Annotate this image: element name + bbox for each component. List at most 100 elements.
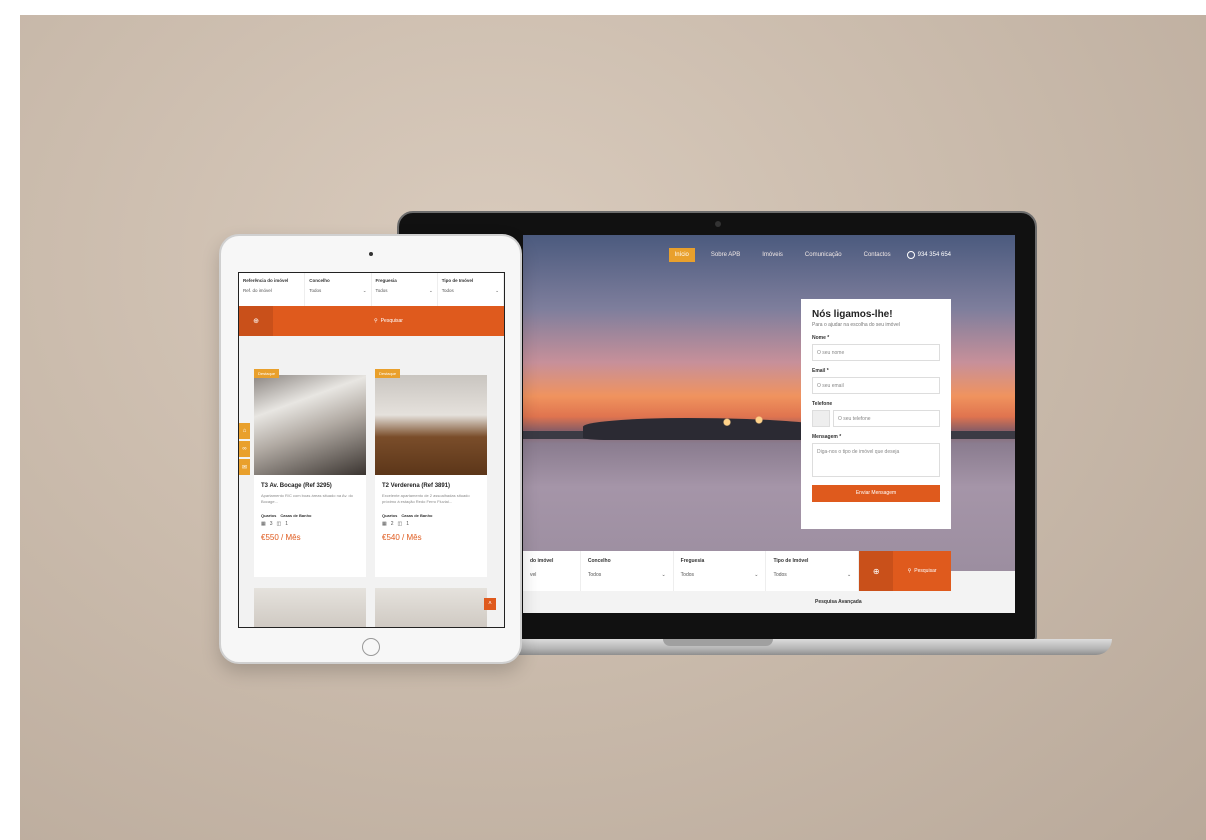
callback-subtitle: Para o ajudar na escolha do seu imóvel — [812, 322, 900, 328]
email-label: Email * — [812, 368, 829, 374]
name-field[interactable]: O seu nome — [812, 344, 940, 361]
tablet-screen: Referência do imóvel Ref. do imóvel Conc… — [238, 272, 505, 628]
scroll-to-top-button[interactable]: ˄ — [484, 598, 496, 610]
bath-icon: ◫ — [276, 521, 282, 527]
ref-label: do imóvel — [530, 558, 554, 564]
property-photo: Destaque — [254, 369, 366, 475]
bedrooms-count: 3 — [269, 521, 273, 527]
phone-number: 934 354 654 — [917, 252, 951, 258]
chevron-down-icon: ⌄ — [495, 288, 499, 293]
search-bar: do imóvel vel Concelho Todos ⌄ Freguesia … — [523, 551, 951, 591]
concelho-select[interactable]: Concelho Todos ⌄ — [581, 551, 674, 591]
bed-icon: ▦ — [382, 521, 387, 527]
mockup-background: Início Sobre APB Imóveis Comunicação Con… — [20, 15, 1206, 840]
nav-item-contactos[interactable]: Contactos — [858, 248, 897, 262]
bath-icon: ◫ — [397, 521, 403, 527]
send-message-button[interactable]: Enviar Mensagem — [812, 485, 940, 502]
email-field[interactable]: O seu email — [812, 377, 940, 394]
chevron-down-icon: ⌄ — [362, 288, 367, 293]
tablet-ref-label: Referência do imóvel — [243, 278, 289, 283]
hero-lights — [703, 409, 783, 431]
property-photo: Destaque — [375, 369, 487, 475]
featured-badge: Destaque — [254, 369, 280, 378]
tablet-concelho-label: Concelho — [309, 278, 330, 283]
advanced-search-link[interactable]: Pesquisa Avançada — [815, 599, 862, 605]
tipo-label: Tipo de Imóvel — [773, 558, 809, 564]
search-icon: ⚲ — [374, 318, 378, 324]
tablet-frame: Referência do imóvel Ref. do imóvel Conc… — [219, 234, 522, 664]
tablet-tipo-value: Todos — [441, 288, 454, 293]
property-counts: ▦ 2 ◫ 1 — [375, 518, 487, 527]
nav-item-inicio[interactable]: Início — [668, 248, 695, 262]
bathrooms-label: Casas de Banho — [280, 513, 312, 518]
property-description: Apartamento R/C com boas áreas situado n… — [261, 493, 353, 504]
tablet-freguesia-value: Todos — [375, 288, 388, 293]
link-icon[interactable]: ∞ — [239, 441, 250, 457]
nav-item-sobre[interactable]: Sobre APB — [705, 248, 746, 262]
phone-row: O seu telefone — [812, 410, 940, 427]
bathrooms-label: Casas de Banho — [401, 513, 433, 518]
property-price: €550 / Mês — [261, 533, 301, 542]
home-icon[interactable]: ⌂ — [239, 423, 250, 439]
search-button[interactable]: ⚲ Pesquisar — [893, 551, 951, 591]
country-flag-select[interactable] — [812, 410, 830, 427]
main-nav: Início Sobre APB Imóveis Comunicação Con… — [668, 244, 1015, 266]
tablet-tipo-label: Tipo de Imóvel — [441, 278, 474, 283]
property-title[interactable]: T3 Av. Bocage (Ref 3295) — [254, 475, 366, 489]
bedrooms-count: 2 — [390, 521, 394, 527]
ref-field[interactable]: do imóvel vel — [523, 551, 581, 591]
tablet-freguesia-select[interactable]: Freguesia Todos ⌄ — [372, 273, 438, 306]
property-card[interactable] — [254, 588, 366, 627]
tablet-search-button-label: Pesquisar — [380, 318, 403, 324]
tablet-search-actions: ⊕ ⚲ Pesquisar — [239, 306, 504, 336]
property-card[interactable]: Destaque T3 Av. Bocage (Ref 3295) Aparta… — [254, 369, 366, 577]
bathrooms-count: 1 — [406, 521, 410, 527]
tablet-search-fields: Referência do imóvel Ref. do imóvel Conc… — [239, 273, 504, 306]
laptop-screen: Início Sobre APB Imóveis Comunicação Con… — [523, 235, 1015, 613]
property-list: Destaque T3 Av. Bocage (Ref 3295) Aparta… — [254, 369, 487, 577]
nav-item-imoveis[interactable]: Imóveis — [756, 248, 789, 262]
concelho-label: Concelho — [587, 558, 611, 564]
tipo-select[interactable]: Tipo de Imóvel Todos ⌄ — [766, 551, 860, 591]
property-title[interactable]: T2 Verderena (Ref 3891) — [375, 475, 487, 489]
property-features: Quartos Casas de Banho — [254, 511, 366, 518]
tipo-value: Todos — [773, 572, 787, 578]
bedrooms-label: Quartos — [382, 513, 398, 518]
nav-phone[interactable]: 934 354 654 — [906, 251, 951, 259]
phone-field[interactable]: O seu telefone — [833, 410, 940, 427]
ref-value: vel — [530, 572, 537, 578]
tablet-camera — [369, 252, 373, 256]
message-field[interactable]: Diga-nos o tipo de imóvel que deseja — [812, 443, 940, 477]
tablet-tipo-select[interactable]: Tipo de Imóvel Todos ⌄ — [438, 273, 504, 306]
bedrooms-label: Quartos — [261, 513, 277, 518]
tablet-ref-field[interactable]: Referência do imóvel Ref. do imóvel — [239, 273, 306, 306]
concelho-value: Todos — [587, 572, 602, 578]
property-card[interactable] — [375, 588, 487, 627]
search-icon: ⚲ — [907, 568, 912, 574]
laptop-camera — [715, 221, 721, 227]
phone-label: Telefone — [812, 401, 833, 407]
featured-badge: Destaque — [375, 369, 401, 378]
advanced-search-toggle[interactable]: ⊕ — [859, 551, 894, 591]
property-description: Excelente apartamento de 2 assoalhadas s… — [382, 493, 470, 504]
nav-item-comunicacao[interactable]: Comunicação — [799, 248, 848, 262]
bathrooms-count: 1 — [285, 521, 289, 527]
tablet-advanced-search-toggle[interactable]: ⊕ — [239, 306, 273, 336]
freguesia-value: Todos — [680, 572, 695, 578]
message-label: Mensagem * — [812, 434, 842, 440]
tablet-freguesia-label: Freguesia — [375, 278, 397, 283]
property-price: €540 / Mês — [382, 533, 422, 542]
name-label: Nome * — [812, 335, 830, 341]
mail-icon[interactable]: ✉ — [239, 459, 250, 475]
callback-form: Nós ligamos-lhe! Para o ajudar na escolh… — [801, 299, 951, 529]
tablet-search-button[interactable]: ⚲ Pesquisar — [273, 306, 504, 336]
property-card[interactable]: Destaque T2 Verderena (Ref 3891) Excelen… — [375, 369, 487, 577]
callback-title: Nós ligamos-lhe! — [812, 309, 893, 320]
side-quick-links: ⌂ ∞ ✉ — [239, 423, 250, 475]
bed-icon: ▦ — [261, 521, 266, 527]
freguesia-label: Freguesia — [680, 558, 705, 564]
tablet-concelho-select[interactable]: Concelho Todos ⌄ — [305, 273, 372, 306]
freguesia-select[interactable]: Freguesia Todos ⌄ — [674, 551, 767, 591]
chevron-up-icon: ˄ — [488, 601, 492, 607]
tablet-home-button — [362, 638, 380, 656]
